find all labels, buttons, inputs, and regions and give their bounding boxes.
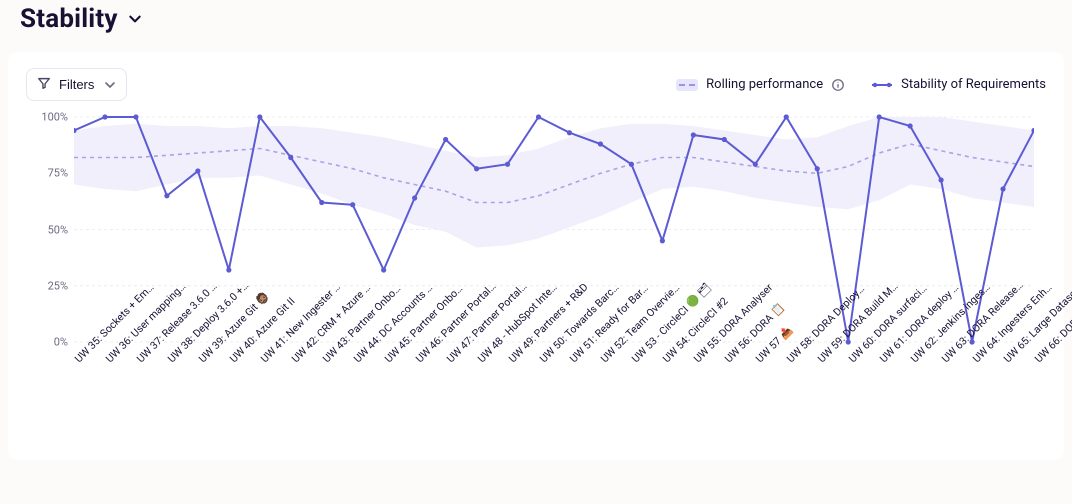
legend-stability[interactable]: Stability of Requirements	[871, 77, 1046, 92]
chart-card: Filters Rolling performance Stability of…	[8, 52, 1064, 460]
y-axis: 0% 25% 50% 75% 100%	[26, 107, 74, 352]
x-axis: UW 35: Sockets + EmailUW 36: User mappin…	[74, 352, 1046, 452]
legend-rolling-label: Rolling performance	[706, 77, 823, 92]
legend-stability-label: Stability of Requirements	[901, 77, 1046, 92]
y-tick: 50%	[48, 223, 68, 236]
filter-icon	[37, 76, 51, 93]
chevron-down-icon[interactable]	[128, 12, 142, 26]
rolling-swatch	[676, 79, 698, 91]
y-tick: 25%	[48, 279, 68, 292]
page-title[interactable]: Stability	[20, 4, 118, 34]
stability-swatch	[871, 79, 893, 91]
filters-button[interactable]: Filters	[26, 68, 127, 101]
y-tick: 100%	[41, 111, 68, 124]
filters-label: Filters	[59, 77, 94, 92]
legend-rolling[interactable]: Rolling performance	[676, 77, 845, 92]
info-icon[interactable]	[831, 78, 845, 92]
legend: Rolling performance Stability of Require…	[676, 77, 1046, 92]
y-tick: 75%	[48, 167, 68, 180]
chevron-down-icon	[104, 79, 116, 91]
y-tick: 0%	[54, 336, 68, 349]
